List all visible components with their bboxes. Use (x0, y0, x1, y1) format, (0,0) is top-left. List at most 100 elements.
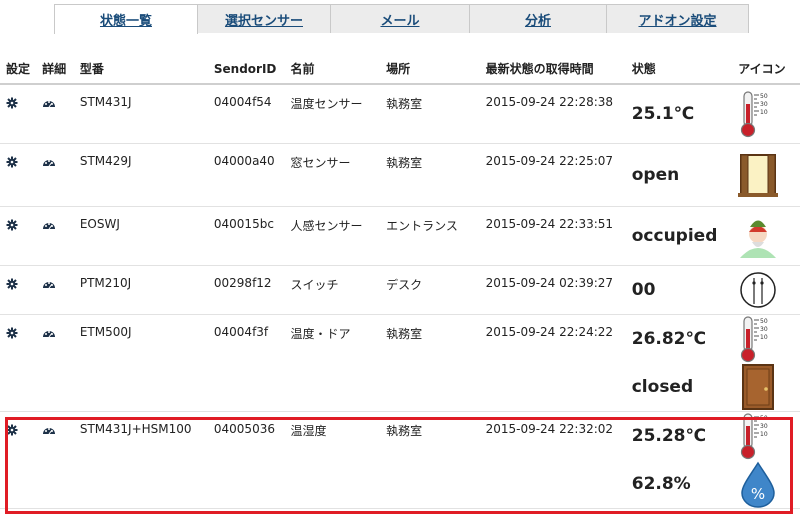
sensor-id-text: 040015bc (213, 217, 274, 231)
gear-icon[interactable] (6, 278, 18, 293)
details-cell (36, 84, 74, 144)
state-value: occupied (631, 226, 718, 246)
tab-addon-settings[interactable]: アドオン設定 (606, 4, 749, 33)
name-text: スイッチ (290, 278, 339, 292)
gear-icon[interactable] (6, 97, 18, 112)
svg-text:30: 30 (760, 326, 768, 333)
name-cell: 温度センサー (284, 84, 381, 144)
sensor-id-text: 04004f3f (213, 325, 269, 339)
col-settings: 設定 (0, 56, 37, 85)
details-cell (36, 265, 74, 315)
tab-bar: 状態一覧 選択センサー メール 分析 アドオン設定 (54, 4, 749, 34)
tab-status-list[interactable]: 状態一覧 (54, 4, 198, 34)
svg-text:50: 50 (760, 318, 768, 325)
thermometer-icon: 50 30 10 (738, 412, 800, 460)
svg-text:10: 10 (760, 109, 768, 116)
time-cell: 2015-09-24 22:25:07 (479, 143, 626, 207)
sensor-id-text: 00298f12 (213, 276, 272, 290)
settings-cell (0, 206, 37, 266)
state-value: 26.82℃ (631, 329, 707, 349)
model-cell: EOSWJ (73, 206, 208, 266)
icon-cell (732, 265, 800, 315)
table-row: STM431J 04004f54 温度センサー 執務室 2015-09-24 22:28… (0, 84, 800, 144)
name-text: 人感センサー (290, 219, 363, 233)
state-cell: open (625, 143, 733, 207)
details-cell (36, 206, 74, 266)
icon-cell (732, 143, 800, 207)
door-icon (738, 363, 800, 411)
place-cell: 執務室 (380, 143, 480, 207)
model-cell: STM429J (73, 143, 208, 207)
gauge-icon[interactable] (42, 424, 56, 439)
table-row: STM431J+HSM100 04005036 温湿度 執務室 2015-09-24 2… (0, 411, 800, 509)
person-icon (738, 207, 800, 265)
state-cell: 26.82℃ closed (625, 314, 733, 412)
model-text: STM431J (79, 95, 132, 109)
table-header-row: 設定 詳細 型番 SendorID 名前 場所 最新状態の取得時間 状態 アイコ… (0, 56, 800, 85)
sensor-id-cell: 04004f3f (207, 314, 285, 412)
gauge-icon[interactable] (42, 327, 56, 342)
gauge-icon[interactable] (42, 278, 56, 293)
settings-cell (0, 411, 37, 509)
svg-text:10: 10 (760, 431, 768, 438)
model-cell: STM431J (73, 84, 208, 144)
gear-icon[interactable] (6, 156, 18, 171)
tab-mail[interactable]: メール (330, 4, 470, 33)
state-value: 25.28℃ (631, 426, 707, 446)
gear-icon[interactable] (6, 219, 18, 234)
time-cell: 2015-09-24 02:39:27 (479, 265, 626, 315)
gauge-icon[interactable] (42, 97, 56, 112)
model-text: ETM500J (79, 325, 132, 339)
svg-text:50: 50 (760, 93, 768, 100)
tab-analysis[interactable]: 分析 (469, 4, 607, 33)
table-row: ETM500J 04004f3f 温度・ドア 執務室 2015-09-24 22:24:… (0, 314, 800, 412)
place-cell: 執務室 (380, 411, 480, 509)
gear-icon[interactable] (6, 424, 18, 439)
col-state: 状態 (625, 56, 733, 85)
tab-selected-sensors[interactable]: 選択センサー (197, 4, 331, 33)
time-text: 2015-09-24 22:25:07 (485, 154, 614, 168)
place-text: 執務室 (386, 156, 423, 170)
name-cell: 窓センサー (284, 143, 381, 207)
sensor-id-cell: 04005036 (207, 411, 285, 509)
state-cell: 25.1℃ (625, 84, 733, 144)
gear-icon[interactable] (6, 327, 18, 342)
col-time: 最新状態の取得時間 (479, 56, 626, 85)
svg-text:10: 10 (760, 334, 768, 341)
gauge-icon[interactable] (42, 219, 56, 234)
icon-cell (732, 206, 800, 266)
state-cell: occupied (625, 206, 733, 266)
place-cell: 執務室 (380, 84, 480, 144)
details-cell (36, 411, 74, 509)
time-text: 2015-09-24 22:32:02 (485, 422, 614, 436)
place-cell: デスク (380, 265, 480, 315)
sensor-id-cell: 040015bc (207, 206, 285, 266)
open-window-icon (738, 144, 800, 206)
sensor-id-text: 04000a40 (213, 154, 275, 168)
state-cell: 25.28℃ 62.8% (625, 411, 733, 509)
model-cell: STM431J+HSM100 (73, 411, 208, 509)
model-cell: PTM210J (73, 265, 208, 315)
place-text: 執務室 (386, 97, 423, 111)
col-details: 詳細 (36, 56, 74, 85)
icon-cell: 50 30 10 (732, 84, 800, 144)
icon-cell: 50 30 10 (732, 314, 800, 412)
place-text: エントランス (386, 219, 458, 233)
settings-cell (0, 143, 37, 207)
details-cell (36, 314, 74, 412)
sensor-id-cell: 00298f12 (207, 265, 285, 315)
time-text: 2015-09-24 22:28:38 (485, 95, 614, 109)
name-text: 温度センサー (290, 97, 363, 111)
state-value: 25.1℃ (631, 104, 695, 124)
state-value: 00 (631, 280, 656, 300)
details-cell (36, 143, 74, 207)
time-cell: 2015-09-24 22:24:22 (479, 314, 626, 412)
model-text: PTM210J (79, 276, 132, 290)
gauge-icon[interactable] (42, 156, 56, 171)
state-value: 62.8% (631, 474, 691, 494)
time-cell: 2015-09-24 22:28:38 (479, 84, 626, 144)
svg-text:%: % (751, 485, 765, 503)
col-model: 型番 (73, 56, 208, 85)
time-cell: 2015-09-24 22:33:51 (479, 206, 626, 266)
col-sensor-id: SendorID (207, 56, 285, 85)
